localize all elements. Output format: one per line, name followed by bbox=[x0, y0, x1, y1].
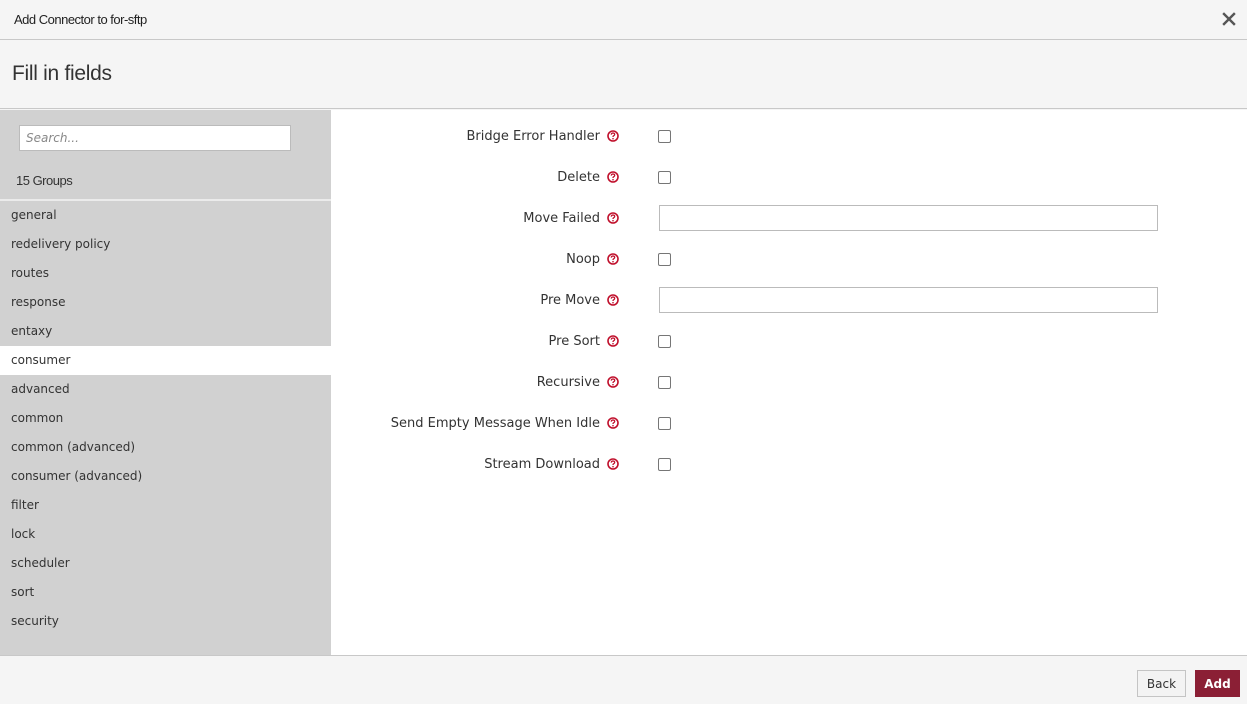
help-icon[interactable] bbox=[607, 171, 619, 183]
field-row: Delete bbox=[331, 162, 1247, 192]
sidebar-item-lock[interactable]: lock bbox=[0, 520, 331, 549]
sidebar-item-entaxy[interactable]: entaxy bbox=[0, 317, 331, 346]
field-row: Send Empty Message When Idle bbox=[331, 408, 1247, 438]
help-icon[interactable] bbox=[607, 212, 619, 224]
sidebar-item-sort[interactable]: sort bbox=[0, 578, 331, 607]
field-row: Move Failed bbox=[331, 203, 1247, 233]
checkbox-noop[interactable] bbox=[658, 252, 671, 266]
page-title: Fill in fields bbox=[12, 62, 112, 85]
help-icon[interactable] bbox=[607, 458, 619, 470]
sidebar-item-response[interactable]: response bbox=[0, 288, 331, 317]
groups-sidebar: 15 Groups generalredelivery policyroutes… bbox=[0, 110, 331, 655]
sidebar-item-general[interactable]: general bbox=[0, 201, 331, 230]
field-label: Pre Move bbox=[540, 292, 600, 308]
input-pre-move[interactable] bbox=[659, 287, 1158, 313]
field-label: Noop bbox=[566, 251, 600, 267]
sidebar-item-consumer-advanced[interactable]: consumer (advanced) bbox=[0, 462, 331, 491]
field-row: Pre Sort bbox=[331, 326, 1247, 356]
checkbox-send-empty-message-when-idle[interactable] bbox=[658, 416, 671, 430]
close-icon bbox=[1222, 12, 1236, 26]
add-button[interactable]: Add bbox=[1195, 670, 1240, 697]
checkbox-pre-sort[interactable] bbox=[658, 334, 671, 348]
dialog-footer: Back Add bbox=[0, 655, 1247, 704]
dialog-subheader: Fill in fields bbox=[0, 40, 1247, 109]
help-icon[interactable] bbox=[607, 130, 619, 142]
field-row: Recursive bbox=[331, 367, 1247, 397]
checkbox-recursive[interactable] bbox=[658, 375, 671, 389]
group-list: general redelivery policy routes response en… bbox=[0, 201, 331, 636]
sidebar-item-advanced[interactable]: advanced bbox=[0, 375, 331, 404]
search-input[interactable] bbox=[19, 125, 291, 151]
close-button[interactable] bbox=[1220, 10, 1238, 28]
field-row: Noop bbox=[331, 244, 1247, 274]
input-move-failed[interactable] bbox=[659, 205, 1158, 231]
sidebar-item-common-advanced[interactable]: common (advanced) bbox=[0, 433, 331, 462]
add-connector-dialog: Add Connector to for-sftp Fill in fields… bbox=[0, 0, 1247, 704]
checkbox-delete[interactable] bbox=[658, 170, 671, 184]
help-icon[interactable] bbox=[607, 335, 619, 347]
fields-panel: Bridge Error Handler Delete Move Failed Noo… bbox=[331, 110, 1247, 655]
sidebar-item-scheduler[interactable]: scheduler bbox=[0, 549, 331, 578]
sidebar-item-security[interactable]: security bbox=[0, 607, 331, 636]
dialog-body: 15 Groups generalredelivery policyroutes… bbox=[0, 110, 1247, 655]
field-label: Stream Download bbox=[484, 456, 600, 472]
help-icon[interactable] bbox=[607, 376, 619, 388]
back-button[interactable]: Back bbox=[1137, 670, 1186, 697]
field-label: Move Failed bbox=[523, 210, 600, 226]
checkbox-bridge-error-handler[interactable] bbox=[658, 129, 671, 143]
checkbox-stream-download[interactable] bbox=[658, 457, 671, 471]
help-icon[interactable] bbox=[607, 417, 619, 429]
field-label: Send Empty Message When Idle bbox=[390, 415, 600, 431]
sidebar-header: 15 Groups bbox=[0, 110, 331, 201]
sidebar-item-consumer[interactable]: consumer bbox=[0, 346, 331, 375]
sidebar-item-common[interactable]: common bbox=[0, 404, 331, 433]
field-label: Delete bbox=[557, 169, 600, 185]
field-label: Bridge Error Handler bbox=[466, 128, 600, 144]
groups-count: 15 Groups bbox=[16, 173, 73, 188]
field-row: Stream Download bbox=[331, 449, 1247, 479]
sidebar-item-routes[interactable]: routes bbox=[0, 259, 331, 288]
sidebar-item-filter[interactable]: filter bbox=[0, 491, 331, 520]
sidebar-item-redelivery-policy[interactable]: redelivery policy bbox=[0, 230, 331, 259]
field-row: Pre Move bbox=[331, 285, 1247, 315]
field-label: Recursive bbox=[536, 374, 600, 390]
dialog-title: Add Connector to for-sftp bbox=[14, 12, 147, 27]
help-icon[interactable] bbox=[607, 253, 619, 265]
field-row: Bridge Error Handler bbox=[331, 121, 1247, 151]
field-label: Pre Sort bbox=[548, 333, 600, 349]
help-icon[interactable] bbox=[607, 294, 619, 306]
dialog-titlebar: Add Connector to for-sftp bbox=[0, 0, 1247, 40]
